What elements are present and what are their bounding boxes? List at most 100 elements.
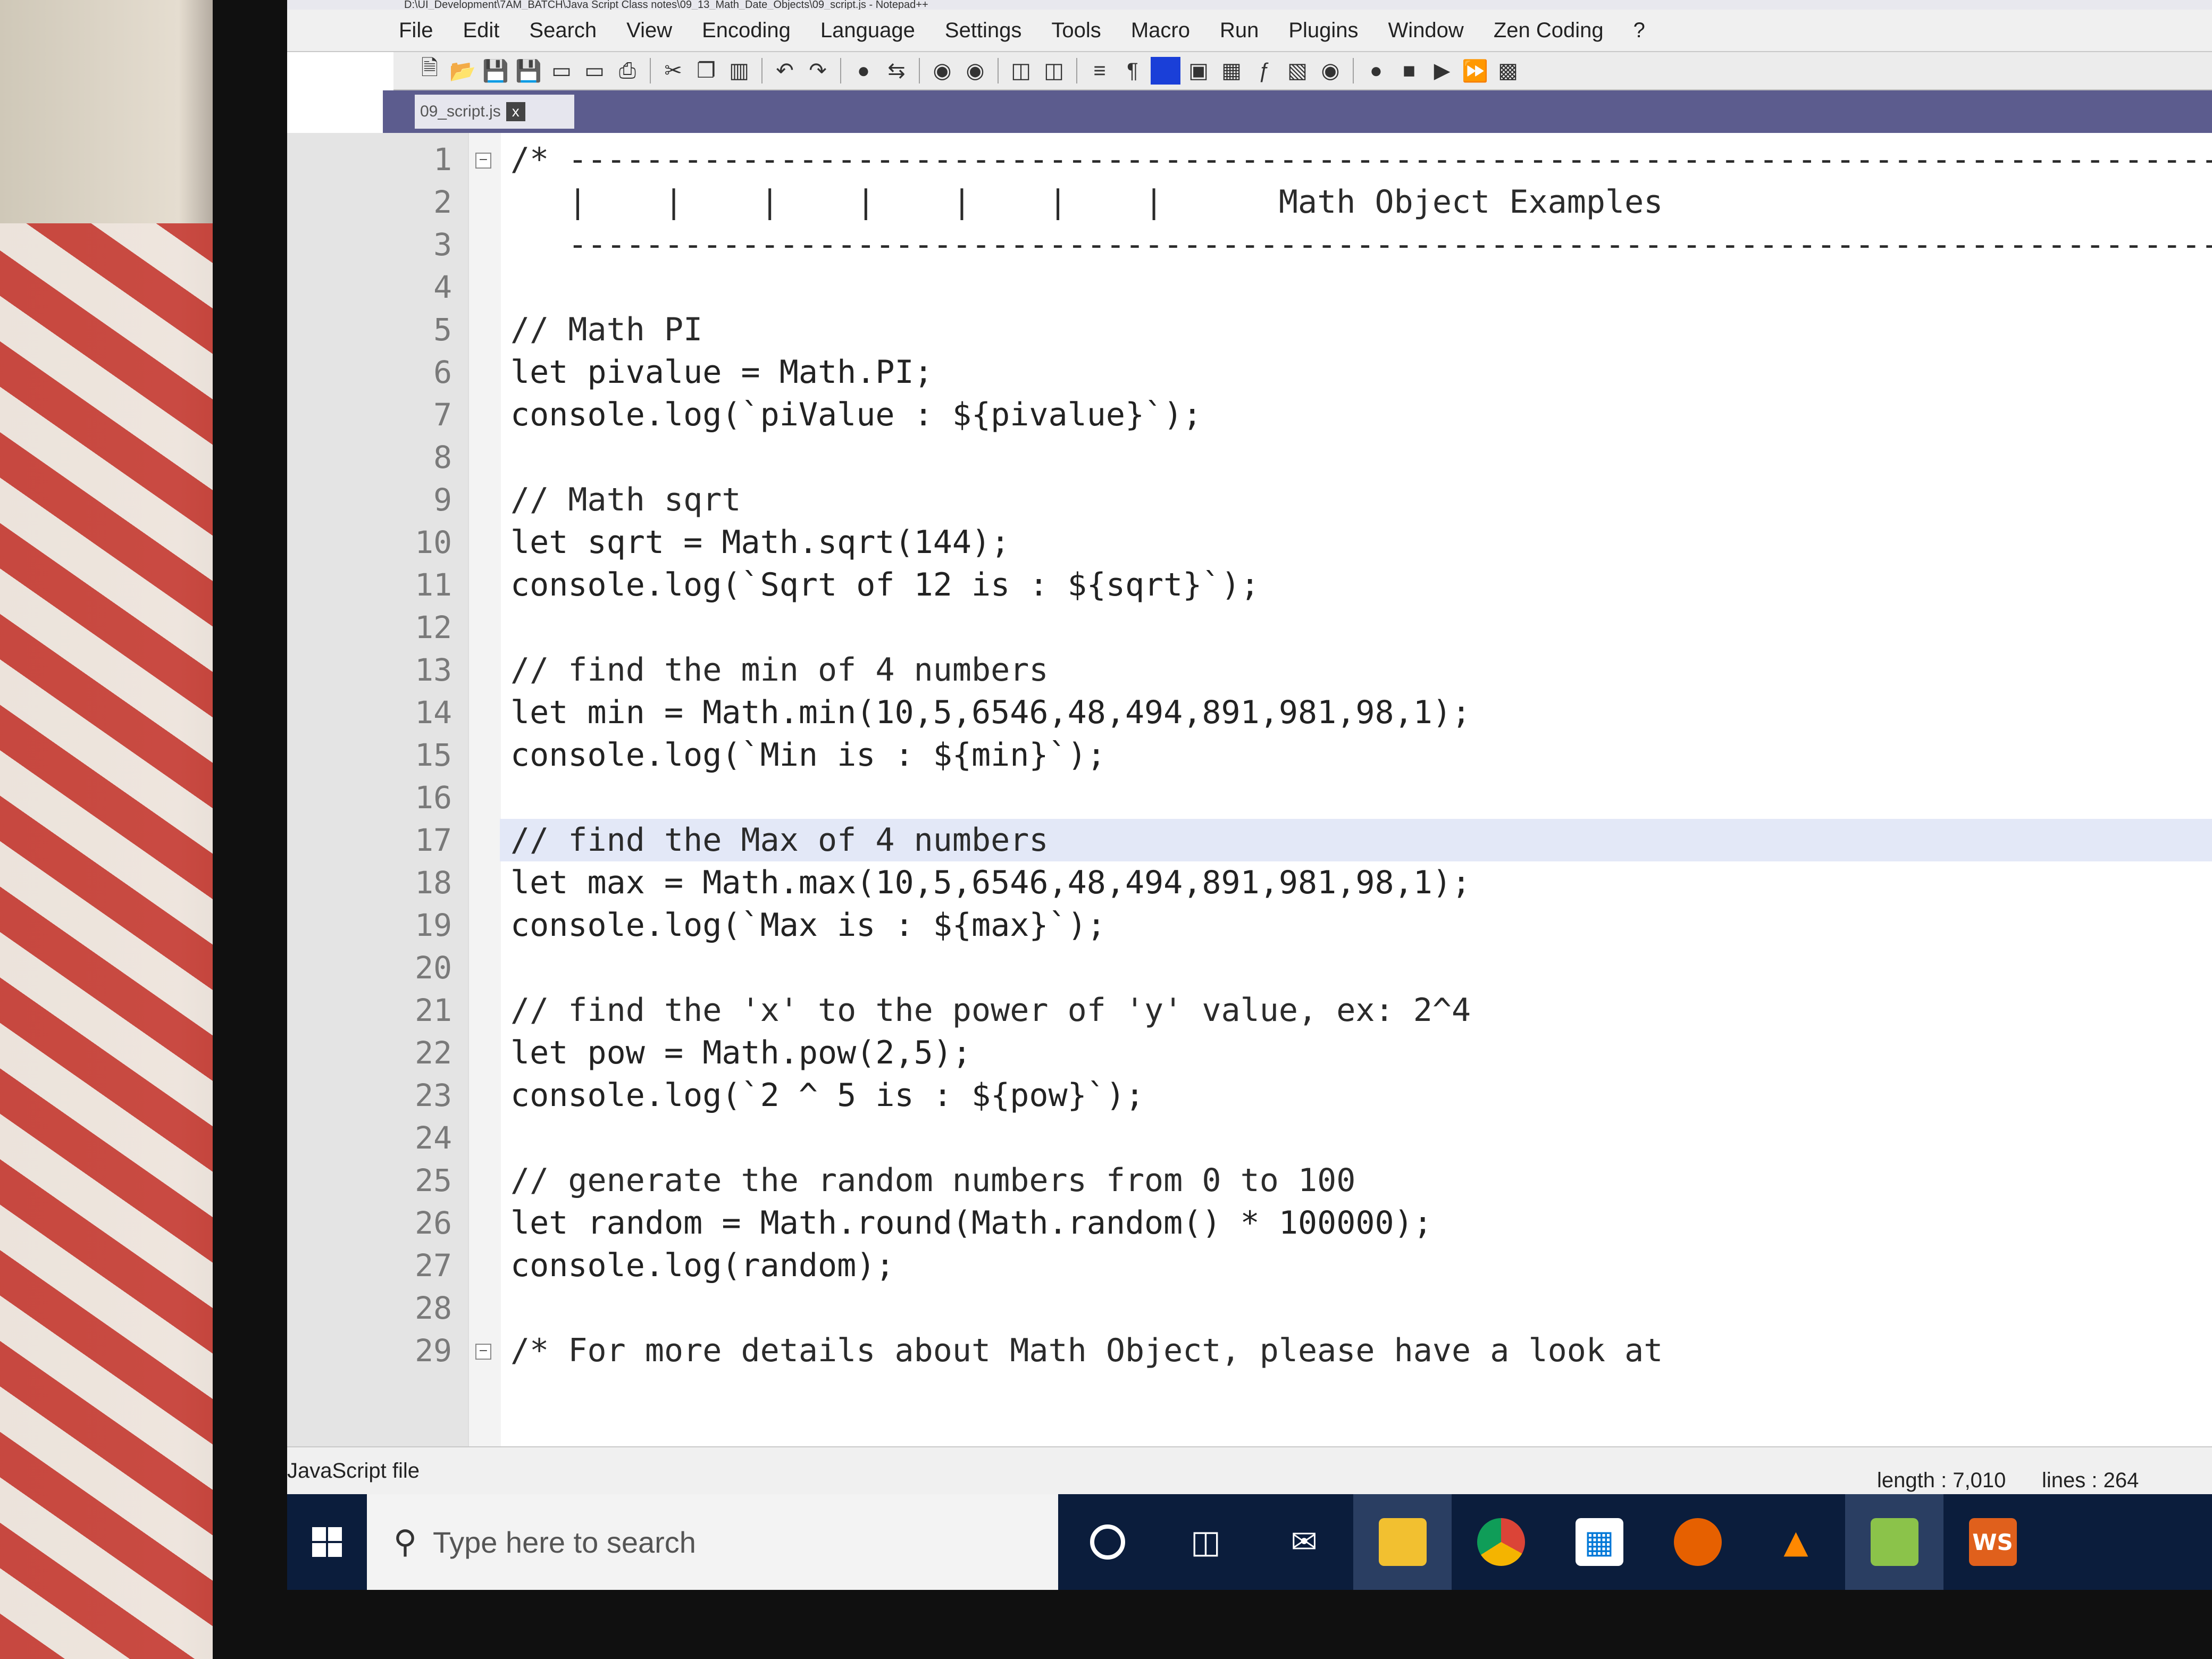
close-all-icon[interactable]: ▭ <box>580 57 609 85</box>
save-icon[interactable]: 💾 <box>481 57 510 85</box>
zoom-out-icon[interactable]: ◉ <box>960 57 990 85</box>
word-wrap-icon[interactable]: ≡ <box>1085 57 1115 85</box>
code-text: /* For more details about Math Object, p… <box>510 1332 1663 1369</box>
toolbar-separator <box>840 58 841 83</box>
show-all-chars-icon[interactable]: ¶ <box>1118 57 1147 85</box>
undo-icon[interactable]: ↶ <box>770 57 800 85</box>
save-all-icon[interactable]: 💾 <box>514 57 543 85</box>
cortana-icon[interactable] <box>1058 1494 1157 1590</box>
menu-help[interactable]: ? <box>1633 19 1645 43</box>
code-line-current: 17 // find the Max of 4 numbers <box>287 819 2212 861</box>
paste-icon[interactable]: ▥ <box>724 57 754 85</box>
menu-view[interactable]: View <box>626 19 672 43</box>
line-number: 13 <box>415 652 452 688</box>
code-text: // find the min of 4 numbers <box>510 651 1049 689</box>
lang-icon[interactable]: ▣ <box>1184 57 1213 85</box>
toolbar-separator <box>650 58 651 83</box>
line-number: 20 <box>415 950 452 986</box>
toolbar-separator <box>1076 58 1077 83</box>
menu-file[interactable]: File <box>399 19 433 43</box>
indent-guide-icon[interactable] <box>1151 57 1180 85</box>
menu-settings[interactable]: Settings <box>945 19 1022 43</box>
doc-map-icon[interactable]: ▦ <box>1217 57 1246 85</box>
toolbar: 🗎 📂 💾 💾 ▭ ▭ ⎙ ✂ ❐ ▥ ↶ ↷ ● ⇆ ◉ ◉ ◫ ◫ ≡ ¶ … <box>393 52 2212 90</box>
code-line: 14 let min = Math.min(10,5,6546,48,494,8… <box>287 691 2212 734</box>
menu-tools[interactable]: Tools <box>1051 19 1101 43</box>
fold-collapse-icon[interactable]: − <box>475 1344 491 1360</box>
code-line: 7 console.log(`piValue : ${pivalue}`); <box>287 393 2212 436</box>
menu-run[interactable]: Run <box>1220 19 1259 43</box>
copy-icon[interactable]: ❐ <box>691 57 721 85</box>
windows-logo-icon <box>312 1527 342 1557</box>
search-placeholder: Type here to search <box>432 1525 696 1559</box>
folder-workspace-icon[interactable]: ▧ <box>1283 57 1312 85</box>
line-number: 22 <box>415 1035 452 1071</box>
tab-09-script[interactable]: 09_script.js x <box>415 95 574 129</box>
code-text: let pivalue = Math.PI; <box>510 354 933 391</box>
fold-collapse-icon[interactable]: − <box>475 153 491 169</box>
toolbar-separator <box>1353 58 1354 83</box>
menu-edit[interactable]: Edit <box>463 19 499 43</box>
line-number: 8 <box>433 439 452 475</box>
code-editor[interactable]: − 1 /* ---------------------------------… <box>287 133 2212 1446</box>
save-macro-icon[interactable]: ▩ <box>1493 57 1523 85</box>
taskbar-search-box[interactable]: ⚲ Type here to search <box>367 1494 1058 1590</box>
firefox-icon[interactable] <box>1648 1494 1747 1590</box>
menu-zen-coding[interactable]: Zen Coding <box>1494 19 1604 43</box>
stop-macro-icon[interactable]: ■ <box>1394 57 1424 85</box>
file-explorer-icon[interactable] <box>1353 1494 1452 1590</box>
close-icon[interactable]: ▭ <box>547 57 576 85</box>
line-number: 5 <box>433 312 452 348</box>
menu-language[interactable]: Language <box>820 19 915 43</box>
code-line: 5 // Math PI <box>287 308 2212 351</box>
new-file-icon[interactable]: 🗎 <box>415 56 445 85</box>
menu-window[interactable]: Window <box>1388 19 1464 43</box>
line-number: 15 <box>415 737 452 773</box>
print-icon[interactable]: ⎙ <box>613 57 642 85</box>
code-text: console.log(random); <box>510 1247 895 1284</box>
sync-h-icon[interactable]: ◫ <box>1039 57 1069 85</box>
line-number: 21 <box>415 992 452 1028</box>
webstorm-icon[interactable]: WS <box>1943 1494 2042 1590</box>
code-line: 8 <box>287 436 2212 479</box>
monitor-icon[interactable]: ◉ <box>1316 57 1345 85</box>
notepadpp-icon[interactable] <box>1845 1494 1943 1590</box>
open-icon[interactable]: 📂 <box>448 57 477 85</box>
sync-v-icon[interactable]: ◫ <box>1006 57 1036 85</box>
line-number: 6 <box>433 354 452 390</box>
tab-label: 09_script.js <box>420 103 501 120</box>
replace-icon[interactable]: ⇆ <box>882 57 911 85</box>
code-text: let max = Math.max(10,5,6546,48,494,891,… <box>510 864 1471 901</box>
vlc-icon[interactable]: ▲ <box>1747 1494 1845 1590</box>
line-number: 9 <box>433 482 452 518</box>
function-list-icon[interactable]: ƒ <box>1250 57 1279 85</box>
chrome-icon[interactable] <box>1452 1494 1550 1590</box>
code-line: 10 let sqrt = Math.sqrt(144); <box>287 521 2212 564</box>
zoom-in-icon[interactable]: ◉ <box>927 57 957 85</box>
code-line: 26 let random = Math.round(Math.random()… <box>287 1202 2212 1244</box>
cut-icon[interactable]: ✂ <box>658 57 688 85</box>
taskbar: ⚲ Type here to search ◫ ✉ ▦ ▲ WS <box>287 1494 2212 1590</box>
status-lines: lines : 264 <box>2042 1469 2139 1492</box>
store-icon[interactable]: ▦ <box>1550 1494 1648 1590</box>
menu-plugins[interactable]: Plugins <box>1288 19 1358 43</box>
mail-icon[interactable]: ✉ <box>1255 1494 1353 1590</box>
code-text: // find the 'x' to the power of 'y' valu… <box>510 992 1471 1029</box>
find-icon[interactable]: ● <box>849 57 878 85</box>
line-number: 12 <box>415 609 452 646</box>
play-macro-icon[interactable]: ▶ <box>1427 57 1457 85</box>
task-view-icon[interactable]: ◫ <box>1157 1494 1255 1590</box>
code-line: 23 console.log(`2 ^ 5 is : ${pow}`); <box>287 1074 2212 1117</box>
record-macro-icon[interactable]: ● <box>1361 57 1391 85</box>
menu-macro[interactable]: Macro <box>1131 19 1190 43</box>
menu-encoding[interactable]: Encoding <box>702 19 791 43</box>
code-text: console.log(`Sqrt of 12 is : ${sqrt}`); <box>510 566 1260 604</box>
line-number: 1 <box>433 141 452 178</box>
close-icon[interactable]: x <box>506 102 525 121</box>
start-button[interactable] <box>287 1494 367 1590</box>
menu-search[interactable]: Search <box>529 19 597 43</box>
redo-icon[interactable]: ↷ <box>803 57 833 85</box>
code-text: // Math PI <box>510 311 703 348</box>
run-multiple-icon[interactable]: ⏩ <box>1460 57 1490 85</box>
toolbar-separator <box>761 58 763 83</box>
